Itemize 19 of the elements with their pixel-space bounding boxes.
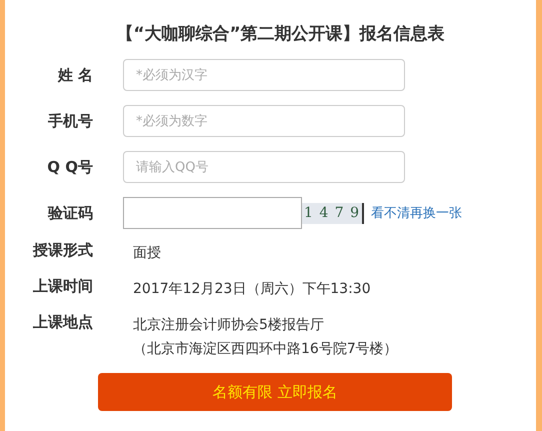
info-value: 2017年12月23日（周六）下午13:30 [133,280,371,299]
field-label: Q Q号 [46,158,93,176]
input-field[interactable]: *必须为汉字 [123,59,405,91]
field-label: 验证码 [46,204,93,222]
input-field[interactable]: *必须为数字 [123,105,405,137]
info-label: 授课形式 [32,241,93,261]
captcha-image: 1 4 7 9 [302,202,364,224]
submit-button[interactable]: 名额有限 立即报名 [98,373,452,411]
info-label: 上课时间 [32,277,93,297]
info-value: 面授 [133,244,161,263]
info-value: （北京市海淀区西四环中路16号院7号楼） [133,340,398,359]
field-label: 姓 名 [56,66,93,84]
form-title: 【“大咖聊综合”第二期公开课】报名信息表 [115,23,446,45]
input-field[interactable]: 请输入QQ号 [123,151,405,183]
info-label: 上课地点 [32,313,93,333]
info-value: 北京注册会计师协会5楼报告厅 [133,316,325,335]
field-label: 手机号 [47,112,93,130]
captcha-input-field[interactable] [123,197,302,229]
refresh-captcha-link[interactable]: 看不清再换一张 [371,204,462,222]
